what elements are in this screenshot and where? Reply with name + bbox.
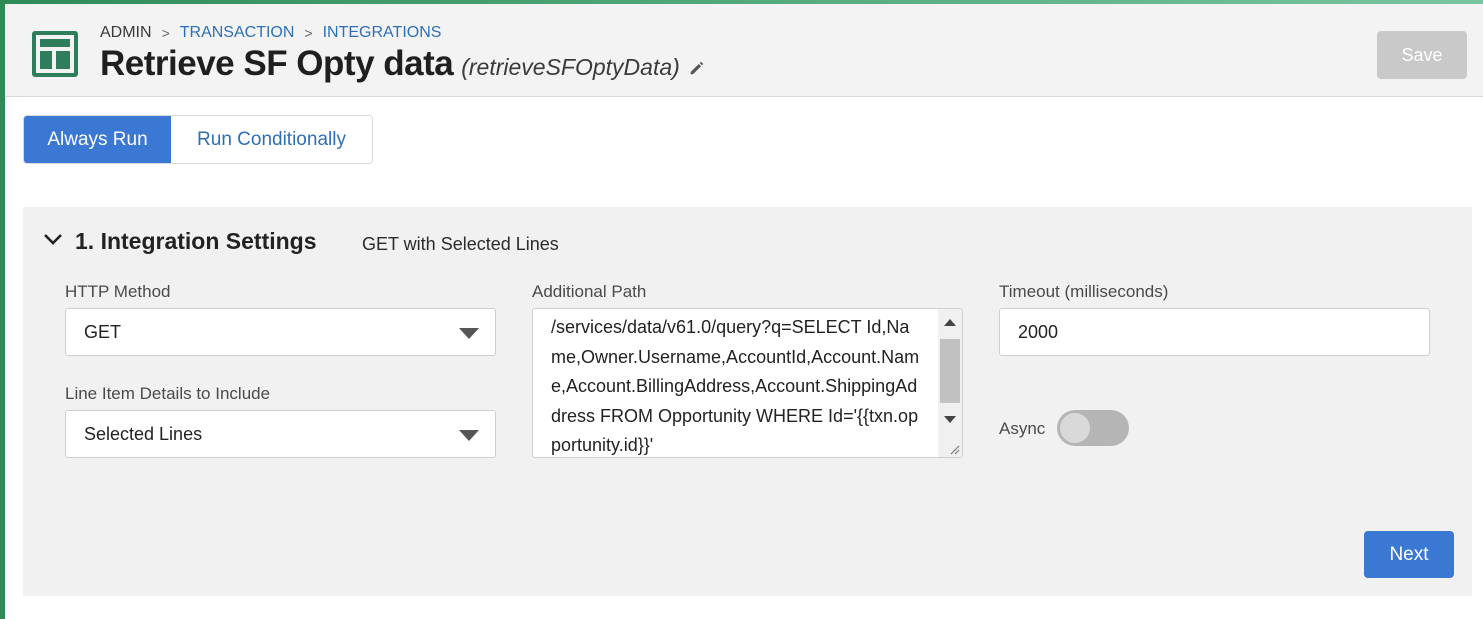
http-method-value: GET (84, 322, 122, 342)
breadcrumb-integrations-link[interactable]: INTEGRATIONS (323, 24, 442, 42)
dropdown-caret-icon (459, 328, 479, 339)
line-items-label: Line Item Details to Include (65, 384, 271, 403)
scroll-up-arrow-icon[interactable] (944, 319, 956, 326)
scroll-thumb[interactable] (940, 339, 960, 403)
additional-path-textarea[interactable]: /services/data/v61.0/query?q=SELECT Id,N… (532, 308, 963, 458)
section-summary: GET with Selected Lines (362, 234, 559, 254)
run-mode-toggle: Always Run Run Conditionally (23, 115, 373, 164)
timeout-input[interactable]: 2000 (999, 308, 1430, 356)
breadcrumb-separator: > (161, 25, 170, 41)
resize-grip-icon[interactable] (948, 443, 960, 455)
run-conditionally-button[interactable]: Run Conditionally (171, 116, 372, 163)
layout-template-icon (32, 31, 78, 77)
async-label: Async (999, 419, 1046, 438)
page-title: Retrieve SF Opty data (100, 44, 454, 83)
breadcrumb: ADMIN > TRANSACTION > INTEGRATIONS (100, 24, 441, 42)
next-button[interactable]: Next (1364, 531, 1454, 578)
section-title[interactable]: 1. Integration Settings (75, 228, 317, 255)
line-items-select[interactable]: Selected Lines (65, 410, 496, 458)
dropdown-caret-icon (459, 430, 479, 441)
integration-settings-panel: 1. Integration Settings GET with Selecte… (23, 207, 1472, 596)
textarea-scrollbar[interactable] (938, 309, 962, 457)
line-items-value: Selected Lines (84, 424, 203, 444)
chevron-down-icon[interactable] (43, 232, 63, 248)
scroll-down-arrow-icon[interactable] (944, 416, 956, 423)
breadcrumb-admin: ADMIN (100, 24, 152, 41)
always-run-button[interactable]: Always Run (24, 116, 171, 163)
timeout-label: Timeout (milliseconds) (999, 282, 1169, 301)
save-button[interactable]: Save (1377, 31, 1467, 79)
http-method-label: HTTP Method (65, 282, 171, 301)
breadcrumb-separator: > (304, 25, 313, 41)
title-row: Retrieve SF Opty data (retrieveSFOptyDat… (100, 44, 706, 84)
api-name: (retrieveSFOptyData) (461, 54, 680, 80)
additional-path-label: Additional Path (532, 282, 647, 301)
toggle-knob (1060, 413, 1090, 443)
http-method-select[interactable]: GET (65, 308, 496, 356)
page-header: ADMIN > TRANSACTION > INTEGRATIONS Retri… (5, 4, 1483, 97)
pencil-edit-icon[interactable] (688, 59, 706, 77)
additional-path-value: /services/data/v61.0/query?q=SELECT Id,N… (551, 317, 920, 455)
async-toggle[interactable] (1057, 410, 1129, 446)
breadcrumb-transaction-link[interactable]: TRANSACTION (180, 24, 295, 42)
